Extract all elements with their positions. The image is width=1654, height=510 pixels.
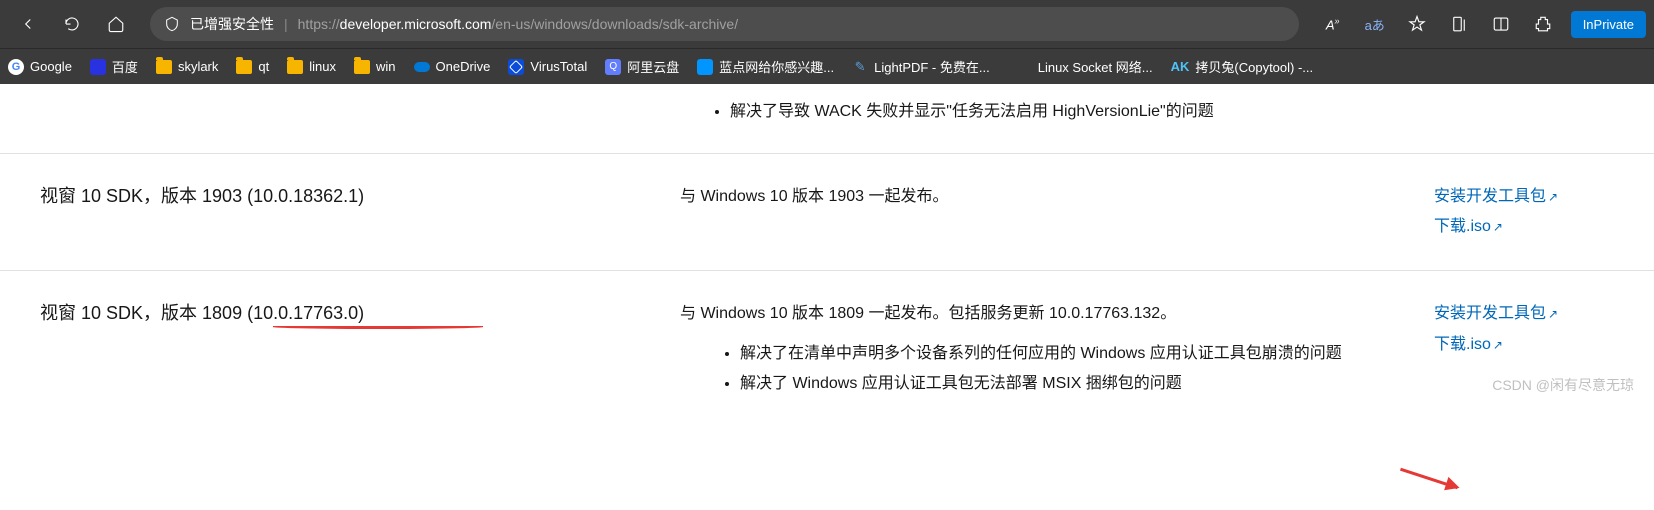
folder-icon [236,60,252,74]
extensions-button[interactable] [1523,4,1563,44]
external-icon: ↗ [1548,307,1558,321]
folder-icon [156,60,172,74]
annotation-underline [273,325,483,329]
security-label: 已增强安全性 [190,14,274,34]
sdk-row-1903: 视窗 10 SDK，版本 1903 (10.0.18362.1) 与 Windo… [0,153,1654,271]
sdk-row-1809: 视窗 10 SDK，版本 1809 (10.0.17763.0) 与 Windo… [0,270,1654,400]
sdk-name: 视窗 10 SDK，版本 1809 (10.0.17763.0) [40,299,660,400]
bookmark-baidu[interactable]: 百度 [90,57,138,76]
bookmark-skylark[interactable]: skylark [156,59,218,74]
bookmark-qt[interactable]: qt [236,59,269,74]
ak-icon: AK [1171,59,1190,74]
address-bar[interactable]: 已增强安全性 | https://developer.microsoft.com… [150,7,1299,41]
bookmarks-bar: GGoogle 百度 skylark qt linux win OneDrive… [0,48,1654,84]
sdk-desc: 与 Windows 10 版本 1809 一起发布。包括服务更新 10.0.17… [680,299,1414,400]
watermark: CSDN @闲有尽意无琼 [1492,375,1634,395]
annotation-arrow [1400,468,1458,489]
bookmark-copytool[interactable]: AK拷贝兔(Copytool) -... [1171,57,1314,76]
page-content: 解决了导致 WACK 失败并显示"任务无法启用 HighVersionLie"的… [0,84,1654,401]
read-aloud-button[interactable]: A» [1313,4,1353,44]
collections-button[interactable] [1439,4,1479,44]
sdk-name: 视窗 10 SDK，版本 1903 (10.0.18362.1) [40,182,660,243]
translate-button[interactable]: aあ [1355,4,1395,44]
bookmark-onedrive[interactable]: OneDrive [414,59,491,74]
favorites-button[interactable] [1397,4,1437,44]
bookmark-virustotal[interactable]: VirusTotal [508,59,587,75]
bookmark-linux[interactable]: linux [287,59,336,74]
bullet-item: 解决了导致 WACK 失败并显示"任务无法启用 HighVersionLie"的… [730,99,1614,125]
virustotal-icon [508,59,524,75]
external-icon: ↗ [1548,190,1558,204]
install-link[interactable]: 安装开发工具包↗ [1434,299,1614,329]
pen-icon: ✎ [852,59,868,75]
split-button[interactable] [1481,4,1521,44]
site-icon [697,59,713,75]
bullet-item: 解决了在清单中声明多个设备系列的任何应用的 Windows 应用认证工具包崩溃的… [740,341,1414,367]
external-icon: ↗ [1493,220,1503,234]
inprivate-badge[interactable]: InPrivate [1571,11,1646,38]
aliyun-icon [605,59,621,75]
google-icon: G [8,59,24,75]
url-display: https://developer.microsoft.com/en-us/wi… [298,16,738,32]
download-iso-link[interactable]: 下载.iso↗ [1434,330,1614,360]
bullet-item: 解决了 Windows 应用认证工具包无法部署 MSIX 捆绑包的问题 [740,371,1414,397]
refresh-button[interactable] [52,4,92,44]
back-button[interactable] [8,4,48,44]
install-link[interactable]: 安装开发工具包↗ [1434,182,1614,212]
external-icon: ↗ [1493,338,1503,352]
cloud-icon [414,62,430,72]
bookmark-linuxsocket[interactable]: Linux Socket 网络... [1038,57,1153,76]
download-iso-link[interactable]: 下载.iso↗ [1434,212,1614,242]
home-button[interactable] [96,4,136,44]
bookmark-landian[interactable]: 蓝点网给你感兴趣... [697,57,834,76]
folder-icon [354,60,370,74]
sdk-links: 安装开发工具包↗ 下载.iso↗ [1434,182,1614,243]
sdk-desc: 与 Windows 10 版本 1903 一起发布。 [680,182,1414,243]
bookmark-lightpdf[interactable]: ✎LightPDF - 免费在... [852,57,990,76]
baidu-icon [90,59,106,75]
bookmark-win[interactable]: win [354,59,396,74]
browser-toolbar: 已增强安全性 | https://developer.microsoft.com… [0,0,1654,48]
shield-icon [164,16,180,32]
bookmark-google[interactable]: GGoogle [8,59,72,75]
bookmark-aliyun[interactable]: 阿里云盘 [605,57,679,76]
separator: | [284,16,288,32]
folder-icon [287,60,303,74]
previous-row-fragment: 解决了导致 WACK 失败并显示"任务无法启用 HighVersionLie"的… [0,84,1654,153]
